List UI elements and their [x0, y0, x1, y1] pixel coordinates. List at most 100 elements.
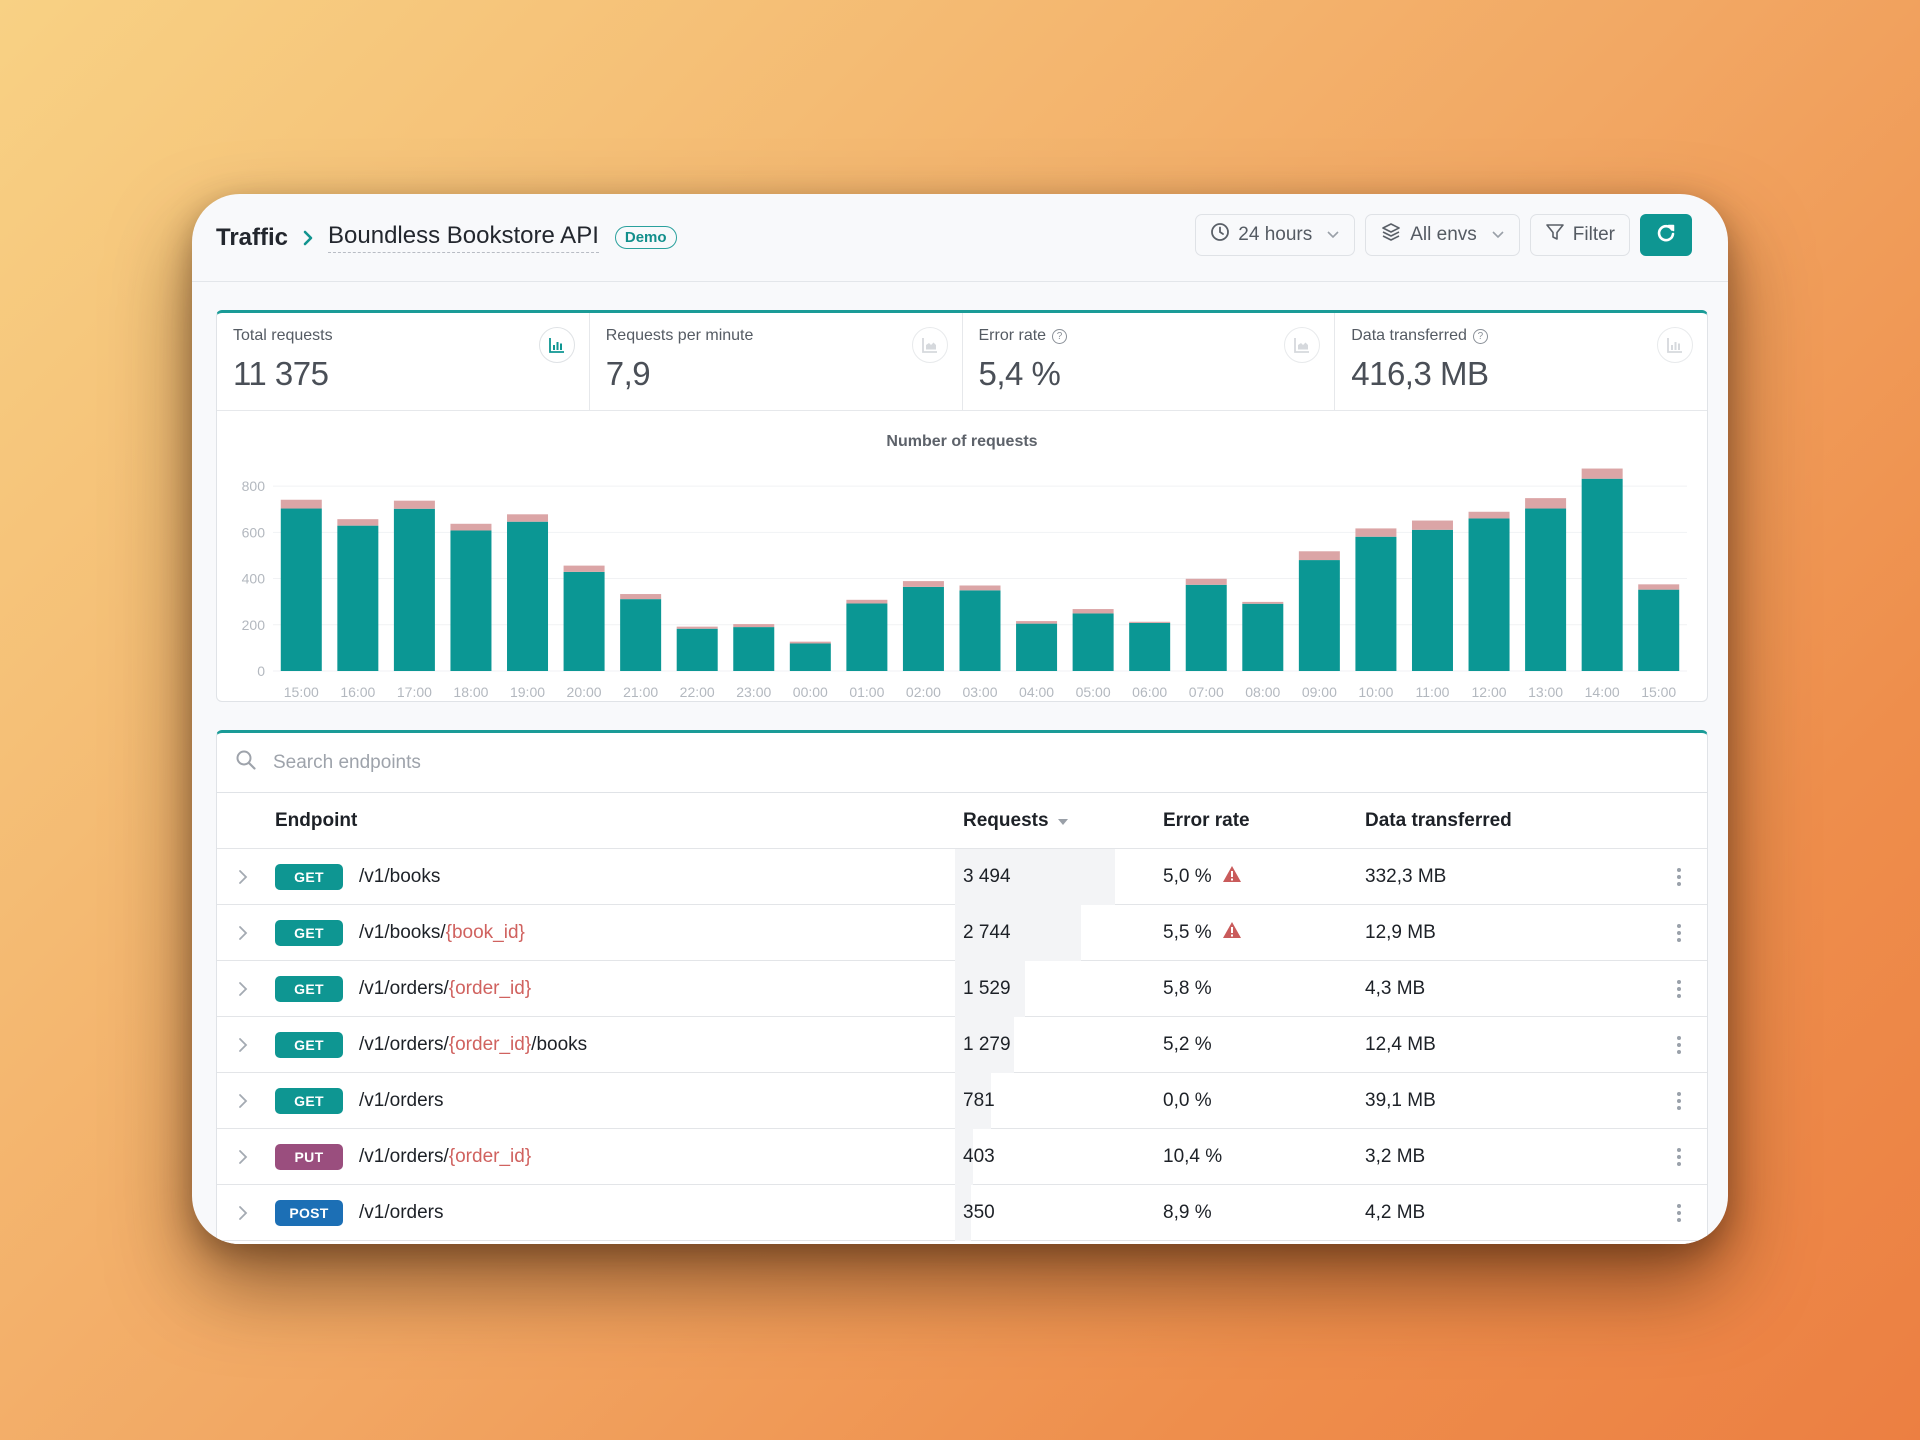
bar-errors [620, 594, 662, 600]
path-param: {order_id} [448, 978, 532, 999]
search-endpoints-input[interactable] [273, 751, 873, 774]
row-menu-kebab-icon[interactable] [1671, 849, 1687, 905]
method-badge: GET [275, 1032, 343, 1058]
breadcrumb-traffic[interactable]: Traffic [216, 224, 288, 252]
path-param: {order_id} [448, 1146, 532, 1167]
error-rate-cell: 5,0 % [1163, 849, 1242, 905]
stat-card: Data transferred ? 416,3 MB [1335, 313, 1707, 410]
bar-errors [789, 641, 831, 644]
table-row[interactable]: GET /v1/books 3 494 5,0 % 332,3 MB [217, 849, 1707, 905]
error-rate-cell: 0,0 % [1163, 1073, 1212, 1129]
bar-successful [1129, 622, 1171, 671]
method-badge: GET [275, 920, 343, 946]
bar-errors [1581, 468, 1623, 479]
help-icon[interactable]: ? [1472, 328, 1488, 344]
stat-label: Data transferred [1351, 327, 1467, 344]
header-actions: 24 hours All envs Filter [1195, 214, 1692, 256]
bar-successful [337, 525, 379, 671]
x-tick-label: 12:00 [1472, 684, 1507, 700]
expand-row-chevron-icon[interactable] [233, 961, 253, 1017]
table-row[interactable]: GET /v1/orders 781 0,0 % 39,1 MB [217, 1073, 1707, 1129]
error-rate-value: 5,8 % [1163, 978, 1212, 999]
path-segment: /v1/books [359, 866, 441, 887]
x-tick-label: 10:00 [1358, 684, 1393, 700]
bar-errors [1355, 528, 1397, 537]
stat-value: 11 375 [233, 355, 329, 392]
table-row[interactable]: POST /v1/orders 350 8,9 % 4,2 MB [217, 1185, 1707, 1241]
expand-row-chevron-icon[interactable] [233, 1185, 253, 1241]
stat-label: Total requests [233, 327, 333, 344]
sort-desc-icon [1057, 810, 1069, 832]
bar-errors [1185, 578, 1227, 585]
search-row [217, 733, 1707, 793]
bar-successful [1468, 518, 1510, 671]
area-chart-icon[interactable] [911, 327, 948, 363]
breadcrumb-api-name[interactable]: Boundless Bookstore API [328, 222, 599, 253]
bar-successful [1016, 623, 1058, 671]
bar-successful [507, 521, 549, 671]
chevron-right-icon [298, 228, 318, 248]
data-transferred-value: 4,2 MB [1365, 1202, 1426, 1223]
column-error-rate[interactable]: Error rate [1163, 810, 1250, 832]
bar-successful [620, 599, 662, 671]
endpoint-path: /v1/books/{book_id} [359, 905, 525, 961]
table-row[interactable]: GET /v1/orders/{order_id}/books 1 279 5,… [217, 1017, 1707, 1073]
expand-row-chevron-icon[interactable] [233, 1073, 253, 1129]
x-tick-label: 08:00 [1245, 684, 1280, 700]
column-data-transferred[interactable]: Data transferred [1365, 810, 1512, 832]
chart-title: Number of requests [886, 433, 1038, 450]
bar-successful [733, 627, 775, 671]
refresh-button[interactable] [1640, 214, 1692, 256]
expand-row-chevron-icon[interactable] [233, 1017, 253, 1073]
row-menu-kebab-icon[interactable] [1671, 905, 1687, 961]
page-header: Traffic Boundless Bookstore API Demo 24 … [192, 194, 1728, 282]
stat-card: Requests per minute 7,9 [590, 313, 963, 410]
bar-errors [1638, 584, 1680, 590]
column-endpoint[interactable]: Endpoint [275, 810, 357, 832]
expand-row-chevron-icon[interactable] [233, 849, 253, 905]
path-segment: /v1/orders/ [359, 1146, 449, 1167]
bar-chart-icon[interactable] [538, 327, 575, 363]
endpoint-path: /v1/orders [359, 1073, 443, 1129]
environment-dropdown[interactable]: All envs [1365, 214, 1520, 256]
data-transferred-value: 39,1 MB [1365, 1090, 1436, 1111]
bar-errors [1298, 551, 1340, 561]
row-menu-kebab-icon[interactable] [1671, 1073, 1687, 1129]
x-tick-label: 03:00 [962, 684, 997, 700]
row-menu-kebab-icon[interactable] [1671, 1129, 1687, 1185]
filter-button[interactable]: Filter [1529, 214, 1630, 256]
table-row[interactable]: GET /v1/orders/{order_id} 1 529 5,8 % 4,… [217, 961, 1707, 1017]
bar-successful [1298, 560, 1340, 671]
column-requests[interactable]: Requests [963, 810, 1069, 832]
bar-errors [1016, 621, 1058, 624]
endpoint-path: /v1/orders/{order_id}/books [359, 1017, 587, 1073]
chevron-down-icon [1326, 224, 1340, 246]
x-tick-label: 20:00 [567, 684, 602, 700]
area-chart-icon[interactable] [1284, 327, 1321, 363]
data-transferred-value: 12,4 MB [1365, 1034, 1436, 1055]
stat-label-wrap: Total requests [233, 327, 573, 345]
bar-chart-icon[interactable] [1657, 327, 1693, 363]
x-tick-label: 17:00 [397, 684, 432, 700]
x-tick-label: 06:00 [1132, 684, 1167, 700]
table-row[interactable]: GET /v1/books/{book_id} 2 744 5,5 % 12,9… [217, 905, 1707, 961]
method-badge: GET [275, 864, 343, 890]
row-menu-kebab-icon[interactable] [1671, 1017, 1687, 1073]
row-menu-kebab-icon[interactable] [1671, 961, 1687, 1017]
path-segment: /books [531, 1034, 588, 1055]
error-rate-value: 5,5 % [1163, 922, 1212, 943]
expand-row-chevron-icon[interactable] [233, 905, 253, 961]
error-rate-value: 8,9 % [1163, 1202, 1212, 1223]
bar-errors [733, 624, 775, 628]
table-row[interactable]: PUT /v1/orders/{order_id} 403 10,4 % 3,2… [217, 1129, 1707, 1185]
warning-icon [1222, 865, 1242, 889]
time-range-dropdown[interactable]: 24 hours [1195, 214, 1356, 256]
path-segment: /v1/orders/ [359, 978, 449, 999]
bar-errors [1242, 601, 1284, 604]
stat-card: Error rate ? 5,4 % [963, 313, 1336, 410]
row-menu-kebab-icon[interactable] [1671, 1185, 1687, 1241]
help-icon[interactable]: ? [1052, 328, 1068, 344]
stat-label: Requests per minute [605, 327, 754, 344]
expand-row-chevron-icon[interactable] [233, 1129, 253, 1185]
error-rate-cell: 5,5 % [1163, 905, 1242, 961]
